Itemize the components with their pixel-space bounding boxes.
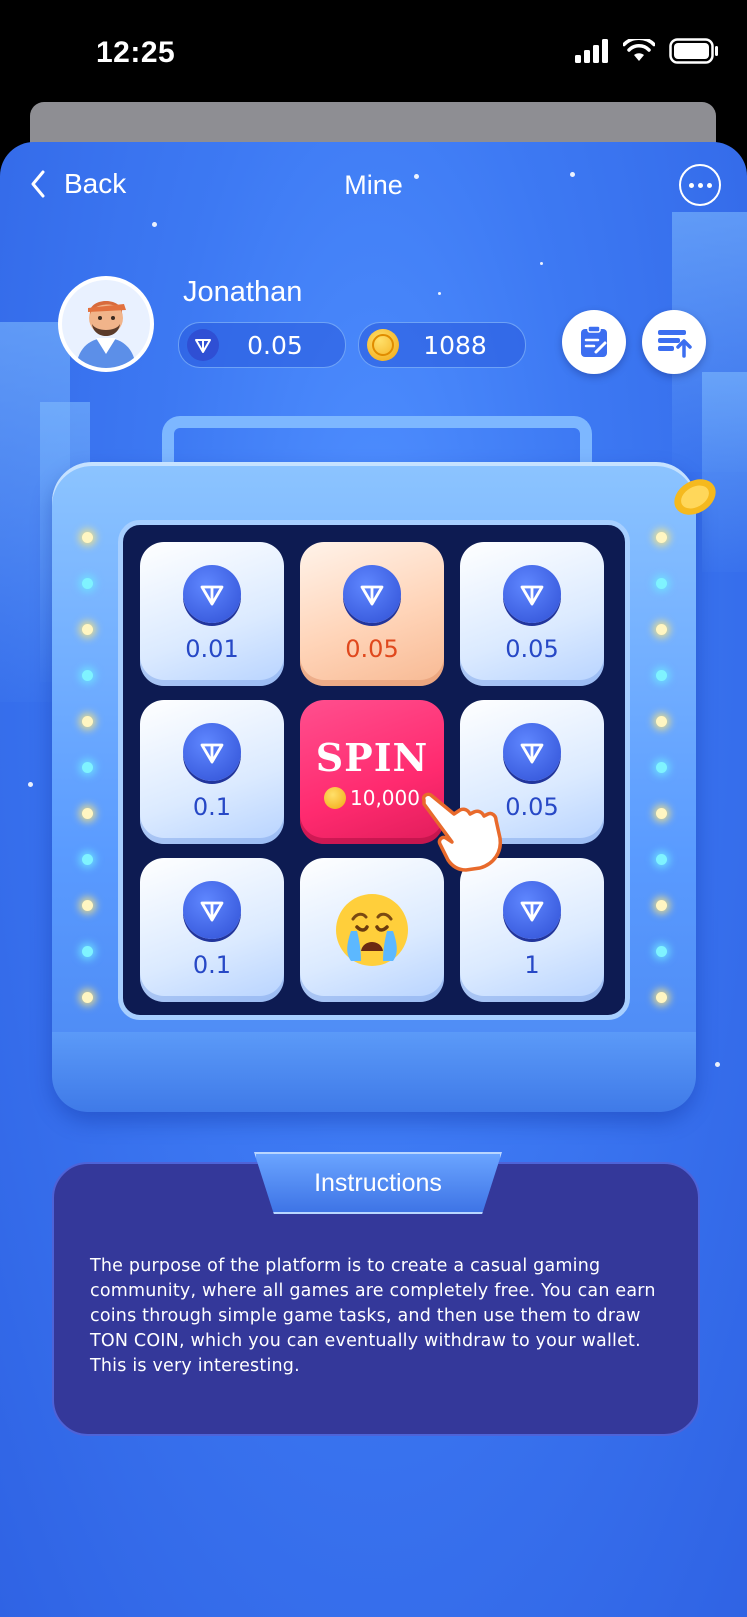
tasks-button[interactable]	[562, 310, 626, 374]
star	[28, 782, 33, 787]
spin-cost-value: 10,000	[350, 785, 420, 810]
prize-amount: 1	[524, 951, 540, 979]
ton-icon	[183, 881, 241, 939]
machine-light	[656, 946, 667, 957]
prize-amount: 0.1	[192, 793, 232, 821]
prize-cell-no-prize[interactable]	[300, 858, 444, 1002]
machine-light	[82, 854, 93, 865]
prize-amount: 0.01	[185, 635, 239, 663]
machine-light	[82, 808, 93, 819]
machine-light	[82, 670, 93, 681]
machine-base	[52, 1032, 696, 1112]
ton-icon	[187, 329, 219, 361]
machine-light	[656, 716, 667, 727]
signal-icon	[575, 39, 608, 63]
ton-icon	[183, 565, 241, 623]
ton-icon	[503, 565, 561, 623]
prize-amount: 0.05	[505, 793, 559, 821]
prize-cell[interactable]: 0.1	[140, 700, 284, 844]
machine-light	[82, 532, 93, 543]
prize-cell-highlighted[interactable]: 0.05	[300, 542, 444, 686]
machine-light	[656, 854, 667, 865]
machine-light	[656, 624, 667, 635]
instructions-title: Instructions	[254, 1152, 502, 1214]
spin-machine: 0.01 0.05 0.05 0.1 SPIN 10,000 0.05 0.1 …	[52, 416, 716, 1112]
machine-light	[656, 808, 667, 819]
star	[715, 1062, 720, 1067]
prize-cell[interactable]: 0.1	[140, 858, 284, 1002]
status-time: 12:25	[96, 36, 176, 69]
machine-light	[82, 716, 93, 727]
battery-icon	[669, 38, 718, 64]
star	[540, 262, 543, 265]
withdraw-button[interactable]	[642, 310, 706, 374]
prize-amount: 0.05	[505, 635, 559, 663]
ton-icon	[503, 881, 561, 939]
ton-icon	[503, 723, 561, 781]
prize-cell[interactable]: 0.05	[460, 542, 604, 686]
coin-icon	[324, 786, 346, 809]
more-icon	[688, 182, 694, 188]
gold-coin-icon	[674, 479, 716, 515]
hand-pointer-icon	[421, 792, 503, 872]
tasks-icon	[581, 325, 607, 357]
machine-light	[656, 900, 667, 911]
machine-light	[82, 578, 93, 589]
prize-amount: 0.05	[345, 635, 399, 663]
more-button[interactable]	[679, 164, 721, 206]
machine-light	[656, 670, 667, 681]
status-bar: 12:25	[0, 0, 747, 100]
status-icons	[575, 38, 719, 64]
machine-light	[656, 578, 667, 589]
machine-light	[656, 532, 667, 543]
more-icon-dot	[697, 182, 703, 188]
prize-cell[interactable]: 1	[460, 858, 604, 1002]
page-title: Mine	[344, 170, 403, 200]
coin-balance: 1088	[423, 330, 487, 360]
avatar[interactable]	[58, 276, 154, 372]
ton-balance-pill: 0.05	[178, 322, 346, 368]
machine-light	[82, 624, 93, 635]
star	[438, 292, 441, 295]
machine-light	[82, 946, 93, 957]
coin-icon	[367, 329, 399, 361]
ton-icon	[183, 723, 241, 781]
ton-balance: 0.05	[247, 330, 303, 360]
mine-screen: Back Mine Jonathan 0.05 1088 0.01 0.05 0…	[0, 142, 747, 1617]
instructions-panel: Instructions The purpose of the platform…	[52, 1152, 700, 1436]
machine-light	[656, 992, 667, 1003]
withdraw-icon	[658, 330, 692, 358]
username: Jonathan	[183, 276, 303, 308]
machine-light	[82, 900, 93, 911]
machine-light	[82, 992, 93, 1003]
prize-amount: 0.1	[192, 951, 232, 979]
instructions-text: The purpose of the platform is to create…	[90, 1256, 656, 1376]
machine-light	[82, 762, 93, 773]
spin-cost: 10,000	[324, 786, 420, 810]
ton-icon	[343, 565, 401, 623]
prize-cell[interactable]: 0.01	[140, 542, 284, 686]
more-icon-dot	[706, 182, 712, 188]
coin-balance-pill: 1088	[358, 322, 526, 368]
wifi-icon	[623, 39, 655, 61]
machine-light	[656, 762, 667, 773]
nav-bar: Back Mine	[0, 142, 747, 232]
crying-emoji-icon	[336, 894, 408, 966]
spin-label: SPIN	[315, 734, 429, 780]
avatar-illustration	[62, 280, 150, 368]
